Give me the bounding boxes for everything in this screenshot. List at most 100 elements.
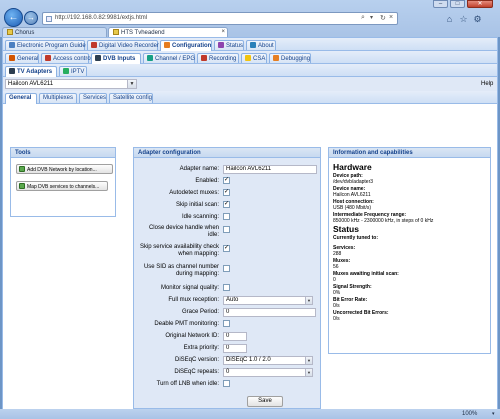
field-label: Skip initial scan:	[175, 202, 219, 208]
general-icon	[9, 55, 15, 61]
close-handle-row: Close device handle when idle:	[134, 225, 320, 241]
tab-about[interactable]: About	[246, 40, 276, 50]
field-label: Idle scanning:	[181, 214, 219, 220]
forward-button[interactable]: →	[24, 11, 38, 25]
tab-satellite-config[interactable]: Satellite config	[109, 93, 153, 103]
skip-service-check-checkbox[interactable]: ✓	[223, 245, 230, 252]
close-handle-checkbox[interactable]	[223, 226, 230, 233]
help-link[interactable]: Help	[481, 81, 493, 87]
close-tab-icon[interactable]: ×	[221, 29, 225, 35]
stop-icon[interactable]: ×	[389, 14, 393, 21]
autodetect-checkbox[interactable]: ✓	[223, 189, 230, 196]
address-bar[interactable]: http://192.168.0.82:9981/extjs.html ⌕ ▾ …	[42, 12, 398, 25]
tab-channel-epg[interactable]: Channel / EPG	[143, 53, 195, 63]
diseqc-version-select[interactable]: DiSEqC 1.0 / 2.0	[223, 356, 306, 365]
about-icon	[250, 42, 256, 48]
hardware-heading: Hardware	[333, 162, 372, 172]
skip-initial-checkbox[interactable]: ✓	[223, 201, 230, 208]
chevron-down-icon[interactable]: ▾	[492, 411, 495, 417]
tab-tv-adapters[interactable]: TV Adapters	[5, 66, 57, 77]
lnb-off-checkbox[interactable]	[223, 380, 230, 387]
idle-scanning-checkbox[interactable]	[223, 213, 230, 220]
button-label: Add DVB Network by location...	[27, 167, 97, 173]
extra-priority-input[interactable]: 0	[223, 344, 247, 353]
tab-iptv[interactable]: IPTV	[59, 66, 87, 76]
tab-dvb-inputs[interactable]: DVB Inputs	[91, 53, 141, 64]
maximize-button[interactable]: □	[450, 0, 465, 8]
search-icon[interactable]: ⌕	[361, 14, 365, 22]
maximize-icon: □	[455, 1, 460, 7]
chevron-down-icon[interactable]: ▾	[370, 14, 373, 21]
tab-status[interactable]: Status	[214, 40, 244, 50]
use-sid-checkbox[interactable]	[223, 265, 230, 272]
tab-csa[interactable]: CSA	[241, 53, 267, 63]
tab-adapter-general[interactable]: General	[5, 93, 37, 104]
grace-period-input[interactable]: 0	[223, 308, 316, 317]
browser-statusbar: 100% ▾	[0, 409, 500, 419]
browser-tab-chorus[interactable]: Chorus	[2, 27, 107, 37]
onid-input[interactable]: 0	[223, 332, 247, 341]
adapter-tabbar: General Multiplexes Services Satellite c…	[3, 91, 497, 104]
adapter-name-input[interactable]: Hailcon AVL6211	[223, 165, 317, 174]
tab-label: Services	[83, 95, 107, 101]
minimize-icon: –	[438, 1, 443, 7]
pmt-monitoring-checkbox[interactable]	[223, 320, 230, 327]
zoom-level[interactable]: 100%	[462, 411, 477, 417]
grace-period-row: Grace Period: 0	[134, 308, 320, 318]
close-window-button[interactable]: ✕	[467, 0, 493, 8]
add-dvb-network-button[interactable]: Add DVB Network by location...	[16, 164, 113, 174]
refresh-icon[interactable]: ↻	[380, 14, 386, 22]
onid-row: Original Network ID: 0	[134, 332, 320, 342]
field-label: Grace Period:	[181, 309, 219, 315]
status-heading: Status	[333, 224, 359, 234]
tools-title: Tools	[11, 148, 115, 158]
map-icon	[19, 183, 25, 189]
tab-label: CSA	[253, 56, 266, 62]
tab-label: Satellite config	[113, 95, 153, 101]
field-label: Use SID as channel number during mapping…	[143, 264, 219, 277]
tab-debugging[interactable]: Debugging	[269, 53, 311, 63]
tab-general[interactable]: General	[5, 53, 39, 63]
adapter-select[interactable]: Hailcon AVL6211	[5, 79, 137, 89]
monitor-signal-checkbox[interactable]	[223, 284, 230, 291]
tab-label: Digital Video Recorder	[99, 43, 159, 49]
field-label: DiSEqC version:	[174, 357, 219, 363]
map-dvb-services-button[interactable]: Map DVB services to channels...	[16, 181, 108, 191]
address-text[interactable]: http://192.168.0.82:9981/extjs.html	[55, 15, 147, 21]
tab-epg[interactable]: Electronic Program Guide	[5, 40, 86, 50]
dvr-icon	[91, 42, 97, 48]
browser-tab-tvheadend[interactable]: HTS Tvheadend ×	[108, 27, 228, 37]
tab-dvr[interactable]: Digital Video Recorder	[87, 40, 159, 50]
adapter-general-content: Tools Add DVB Network by location... Map…	[3, 104, 497, 409]
tab-label: Recording	[209, 56, 237, 62]
back-button[interactable]: ←	[4, 8, 23, 27]
chevron-down-icon[interactable]: ▼	[305, 368, 313, 377]
enabled-checkbox[interactable]: ✓	[223, 177, 230, 184]
browser-tab-label: Chorus	[15, 30, 35, 36]
home-icon[interactable]: ⌂	[444, 14, 455, 25]
tab-label: Status	[226, 43, 244, 49]
ber-value: 0/s	[333, 303, 340, 309]
favicon-icon	[7, 29, 13, 35]
extra-priority-row: Extra priority: 0	[134, 344, 320, 354]
lnb-off-row: Turn off LNB when idle:	[134, 380, 320, 390]
save-button[interactable]: Save	[247, 396, 283, 407]
skip-initial-row: Skip initial scan: ✓	[134, 201, 320, 211]
tab-access-control[interactable]: Access control	[41, 53, 92, 63]
tab-services[interactable]: Services	[79, 93, 107, 103]
minimize-button[interactable]: –	[433, 0, 448, 8]
gear-icon[interactable]: ⚙	[472, 14, 483, 25]
full-mux-select[interactable]: Auto	[223, 296, 306, 305]
favorites-icon[interactable]: ☆	[458, 14, 469, 25]
monitor-signal-row: Monitor signal quality:	[134, 284, 320, 294]
tab-multiplexes[interactable]: Multiplexes	[39, 93, 77, 103]
tab-recording[interactable]: Recording	[197, 53, 239, 63]
chevron-down-icon[interactable]: ▼	[305, 296, 313, 305]
button-label: Map DVB services to channels...	[27, 184, 100, 190]
status-icon	[218, 42, 224, 48]
chevron-down-icon[interactable]: ▼	[127, 79, 137, 89]
signal-strength-value: 0%	[333, 290, 341, 296]
diseqc-repeats-select[interactable]: 0	[223, 368, 306, 377]
chevron-down-icon[interactable]: ▼	[305, 356, 313, 365]
tab-configuration[interactable]: Configuration	[160, 40, 212, 51]
